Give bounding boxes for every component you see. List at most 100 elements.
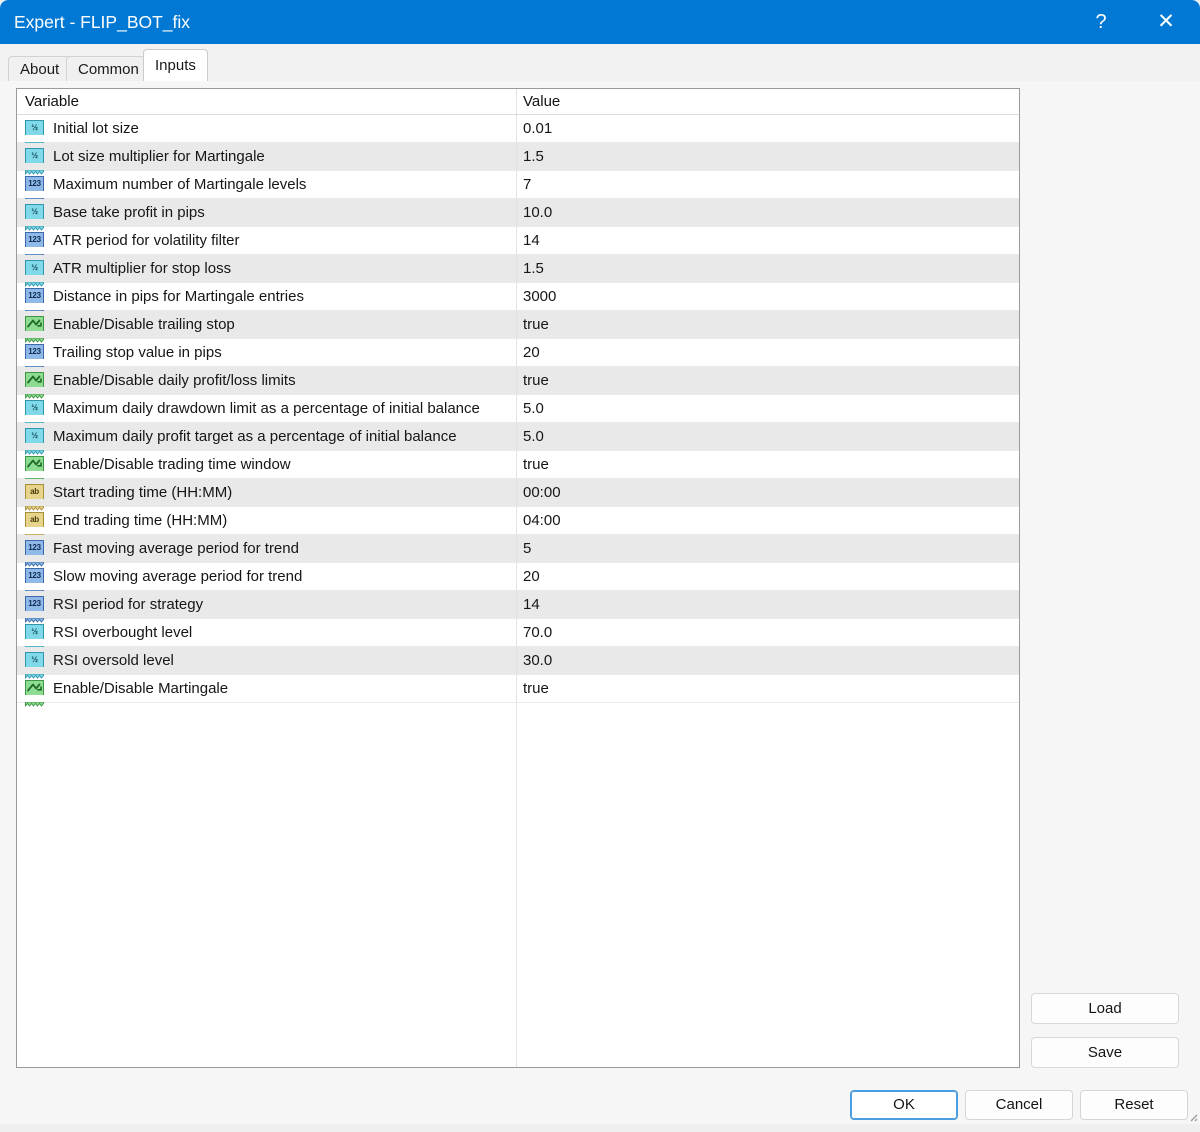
table-row[interactable]: ½Maximum daily profit target as a percen… [17, 423, 1019, 451]
reset-button[interactable]: Reset [1080, 1090, 1188, 1120]
variable-value[interactable]: true [523, 675, 549, 702]
variable-value[interactable]: 00:00 [523, 479, 561, 506]
int-type-icon: 123 [25, 176, 44, 194]
variable-value[interactable]: true [523, 367, 549, 394]
double-type-icon: ½ [25, 204, 44, 222]
double-type-icon: ½ [25, 148, 44, 166]
double-type-icon: ½ [25, 260, 44, 278]
variable-name: Fast moving average period for trend [53, 535, 299, 562]
variable-name: Maximum daily drawdown limit as a percen… [53, 395, 480, 422]
variable-value[interactable]: 20 [523, 339, 540, 366]
row-divider [516, 507, 517, 534]
table-row[interactable]: ½RSI overbought level70.0 [17, 619, 1019, 647]
tab-common[interactable]: Common [66, 56, 151, 81]
variable-value[interactable]: true [523, 451, 549, 478]
int-type-icon: 123 [25, 596, 44, 614]
table-row[interactable]: 123Distance in pips for Martingale entri… [17, 283, 1019, 311]
tab-inputs[interactable]: Inputs [143, 49, 208, 81]
row-divider [516, 619, 517, 646]
variable-name: Enable/Disable daily profit/loss limits [53, 367, 296, 394]
table-row[interactable]: ½ Maximum daily drawdown limit as a perce… [17, 395, 1019, 423]
variable-name: RSI period for strategy [53, 591, 203, 618]
variable-value[interactable]: 1.5 [523, 143, 544, 170]
variable-value[interactable]: 20 [523, 563, 540, 590]
row-divider [516, 395, 517, 422]
table-row[interactable]: Enable/Disable daily profit/loss limits t… [17, 367, 1019, 395]
bool-type-icon [25, 456, 44, 474]
variable-value[interactable]: 5.0 [523, 423, 544, 450]
inputs-table: Variable Value ½Initial lot size0.01½Lot… [16, 88, 1020, 1068]
variable-value[interactable]: 7 [523, 171, 531, 198]
double-type-icon: ½ [25, 120, 44, 138]
table-row[interactable]: 123 Maximum number of Martingale levels 7 [17, 171, 1019, 199]
row-divider [516, 115, 517, 142]
variable-value[interactable]: 70.0 [523, 619, 552, 646]
variable-name: Base take profit in pips [53, 199, 205, 226]
table-row[interactable]: abStart trading time (HH:MM)00:00 [17, 479, 1019, 507]
header-divider [516, 89, 517, 114]
table-row[interactable]: ½ RSI oversold level 30.0 [17, 647, 1019, 675]
title-bar: Expert - FLIP_BOT_fix ? ✕ [0, 0, 1200, 44]
load-button[interactable]: Load [1031, 993, 1179, 1024]
variable-name: End trading time (HH:MM) [53, 507, 227, 534]
table-row[interactable]: 123ATR period for volatility filter14 [17, 227, 1019, 255]
resize-grip[interactable] [1186, 1110, 1198, 1122]
table-row[interactable]: 123Fast moving average period for trend5 [17, 535, 1019, 563]
table-row[interactable]: ½ATR multiplier for stop loss1.5 [17, 255, 1019, 283]
row-divider [516, 199, 517, 226]
save-button[interactable]: Save [1031, 1037, 1179, 1068]
variable-value[interactable]: 14 [523, 227, 540, 254]
row-divider [516, 675, 517, 702]
tab-strip: About Common Inputs [0, 44, 1200, 81]
variable-name: Lot size multiplier for Martingale [53, 143, 265, 170]
variable-value[interactable]: 1.5 [523, 255, 544, 282]
variable-value[interactable]: 30.0 [523, 647, 552, 674]
int-type-icon: 123 [25, 568, 44, 586]
window-title: Expert - FLIP_BOT_fix [14, 0, 190, 44]
table-row[interactable]: ½Initial lot size0.01 [17, 115, 1019, 143]
variable-name: Enable/Disable Martingale [53, 675, 228, 702]
table-body: ½Initial lot size0.01½Lot size multiplie… [17, 115, 1019, 703]
table-row[interactable]: 123Slow moving average period for trend2… [17, 563, 1019, 591]
row-divider [516, 591, 517, 618]
variable-value[interactable]: 04:00 [523, 507, 561, 534]
string-type-icon: ab [25, 512, 44, 530]
row-divider [516, 143, 517, 170]
row-divider [516, 255, 517, 282]
row-divider [516, 171, 517, 198]
variable-value[interactable]: 10.0 [523, 199, 552, 226]
double-type-icon: ½ [25, 624, 44, 642]
variable-name: RSI oversold level [53, 647, 174, 674]
table-row[interactable]: ½ Base take profit in pips 10.0 [17, 199, 1019, 227]
table-row[interactable]: ab End trading time (HH:MM) 04:00 [17, 507, 1019, 535]
variable-value[interactable]: 3000 [523, 283, 556, 310]
table-row[interactable]: ½ Lot size multiplier for Martingale 1.5 [17, 143, 1019, 171]
variable-value[interactable]: 14 [523, 591, 540, 618]
variable-name: Maximum number of Martingale levels [53, 171, 306, 198]
variable-value[interactable]: 0.01 [523, 115, 552, 142]
int-type-icon: 123 [25, 288, 44, 306]
table-row[interactable]: Enable/Disable Martingale true [17, 675, 1019, 703]
variable-value[interactable]: true [523, 311, 549, 338]
bool-type-icon [25, 680, 44, 698]
cancel-button[interactable]: Cancel [965, 1090, 1073, 1120]
tab-about[interactable]: About [8, 56, 71, 81]
table-row[interactable]: 123Trailing stop value in pips20 [17, 339, 1019, 367]
double-type-icon: ½ [25, 400, 44, 418]
variable-value[interactable]: 5.0 [523, 395, 544, 422]
row-divider [516, 451, 517, 478]
row-divider [516, 283, 517, 310]
string-type-icon: ab [25, 484, 44, 502]
double-type-icon: ½ [25, 652, 44, 670]
variable-name: Enable/Disable trailing stop [53, 311, 235, 338]
close-icon[interactable]: ✕ [1143, 0, 1189, 44]
row-divider [516, 535, 517, 562]
row-divider [516, 647, 517, 674]
table-row[interactable]: 123 RSI period for strategy 14 [17, 591, 1019, 619]
table-row[interactable]: Enable/Disable trading time window true [17, 451, 1019, 479]
help-icon[interactable]: ? [1078, 0, 1124, 44]
variable-name: Enable/Disable trading time window [53, 451, 291, 478]
table-row[interactable]: Enable/Disable trailing stop true [17, 311, 1019, 339]
variable-value[interactable]: 5 [523, 535, 531, 562]
ok-button[interactable]: OK [850, 1090, 958, 1120]
